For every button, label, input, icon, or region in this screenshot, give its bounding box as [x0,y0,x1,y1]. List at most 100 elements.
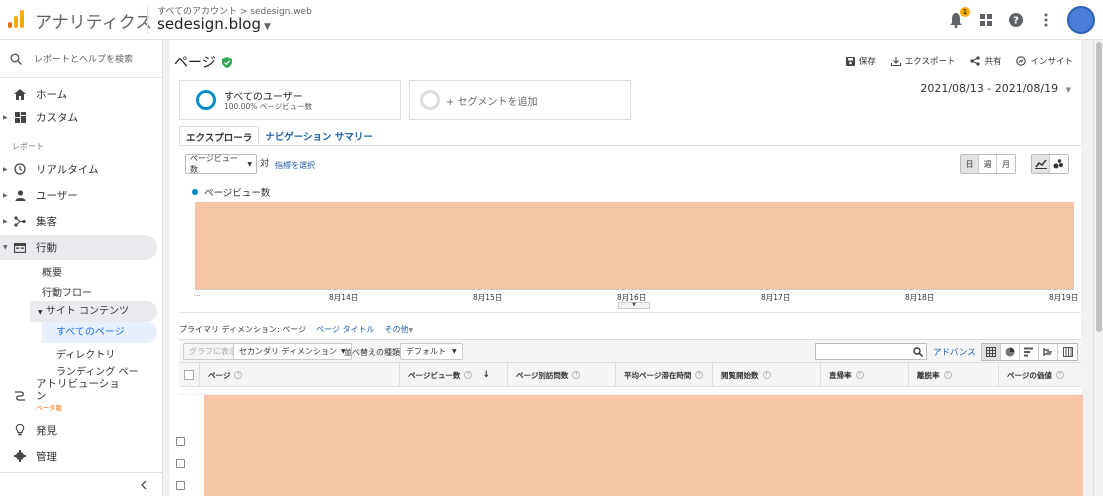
sidebar-collapse-button[interactable] [0,472,163,496]
behavior-icon [12,241,28,255]
insights-button[interactable]: インサイト [1016,55,1073,67]
sidebar: レポートとヘルプを検索 ホーム ▶ カスタム レポート ▶ リアルタイム ▶ ユ… [0,40,163,496]
column-header-page[interactable]: ページ? [199,363,399,387]
column-header-unique-pageviews[interactable]: ページ別訪問数? [507,363,615,387]
pie-view-button[interactable] [1001,344,1020,360]
report-search[interactable]: レポートとヘルプを検索 [0,40,162,78]
column-header-label: 平均ページ滞在時間 [624,370,692,380]
sidebar-item-label: リアルタイム [36,163,99,176]
sidebar-item-admin[interactable]: 管理 [0,445,157,467]
sidebar-item-label: 行動 [36,242,57,254]
secondary-dimension-dropdown[interactable]: セカンダリ ディメンション ▼ [233,343,352,360]
segment-all-users[interactable]: すべてのユーザー 100.00% ページビュー数 [179,80,401,120]
data-view-button[interactable] [982,344,1001,360]
help-tooltip-icon[interactable]: ? [572,371,581,379]
gear-icon [12,449,28,463]
sidebar-item-home[interactable]: ホーム [0,83,157,105]
date-range-text: 2021/08/13 - 2021/08/19 [920,82,1059,95]
help-tooltip-icon[interactable]: ? [464,371,473,379]
sort-type-dropdown[interactable]: デフォルト ▼ [400,343,463,360]
save-label: 保存 [858,57,876,67]
report-tabs: エクスプローラ ナビゲーション サマリー [179,126,379,146]
column-header-pageviews[interactable]: ページビュー数? ↓ [399,363,507,387]
other-dimension-dropdown[interactable]: その他▼ [384,324,413,335]
analytics-logo[interactable] [8,8,26,28]
page-title: ページ [174,52,233,72]
table-redacted-area [204,395,1083,496]
column-header-label: 閲覧開始数 [721,370,759,380]
column-header-label: ページの価値 [1007,370,1052,380]
pie-chart-icon [1005,347,1015,357]
sidebar-item-behavior-flow[interactable]: 行動フロー [42,284,92,299]
segment-placeholder-ring [420,90,440,110]
account-name: sedesign.blog [157,15,261,33]
select-all-checkbox[interactable] [184,370,194,380]
x-axis-ellipsis: ... [194,290,201,298]
column-header-avg-time-on-page[interactable]: 平均ページ滞在時間? [615,363,712,387]
svg-text:?: ? [1013,16,1019,27]
sidebar-item-custom[interactable]: ▶ カスタム [0,106,157,128]
more-menu-button[interactable] [1037,11,1055,29]
help-tooltip-icon[interactable]: ? [855,371,864,379]
sidebar-item-behavior[interactable]: ▼ 行動 [0,235,157,260]
save-button[interactable]: 保存 [845,55,876,67]
period-month-button[interactable]: 月 [997,155,1015,173]
sidebar-item-acquisition[interactable]: ▶ 集客 [0,210,157,232]
sidebar-item-site-content[interactable]: ▼ サイト コンテンツ [30,301,157,322]
chart-resize-handle[interactable]: ▼ [618,302,650,309]
date-range-picker[interactable]: 2021/08/13 - 2021/08/19 ▼ [920,82,1071,95]
x-tick-label: 8月19日 [1049,293,1079,302]
share-button[interactable]: 共有 [970,55,1001,67]
sidebar-item-landing-pages[interactable]: ランディング ペー [56,363,138,378]
pivot-view-button[interactable] [1058,344,1077,360]
motion-chart-button[interactable] [1050,155,1068,173]
advanced-filter-link[interactable]: アドバンス [933,346,976,358]
account-selector[interactable]: sedesign.blog ▼ [157,15,271,33]
line-chart-button[interactable] [1032,155,1050,173]
avatar[interactable] [1067,6,1095,34]
performance-view-button[interactable] [1020,344,1039,360]
sidebar-item-attribution[interactable]: アトリビューショ ン ベータ版 [0,378,157,414]
period-week-button[interactable]: 週 [979,155,997,173]
help-button[interactable]: ? [1007,11,1025,29]
help-tooltip-icon[interactable]: ? [762,371,771,379]
help-tooltip-icon[interactable]: ? [943,371,952,379]
column-header-page-value[interactable]: ページの価値? [998,363,1081,387]
column-header-entrances[interactable]: 閲覧開始数? [712,363,820,387]
table-grid-icon [986,347,996,357]
help-tooltip-icon[interactable]: ? [695,371,704,379]
add-segment-button[interactable]: + セグメントを追加 [409,80,631,120]
tab-explorer[interactable]: エクスプローラ [179,126,260,146]
help-tooltip-icon[interactable]: ? [234,371,243,379]
table-summary-row [179,387,1081,395]
page-title-dimension-link[interactable]: ページ タイトル [316,324,374,335]
metric-dropdown[interactable]: ページビュー数 ▼ [185,154,257,174]
row-checkbox[interactable] [176,459,185,468]
sidebar-item-realtime[interactable]: ▶ リアルタイム [0,158,157,180]
scrollbar-thumb[interactable] [1096,42,1102,332]
other-dimension-label: その他 [384,325,409,334]
column-header-exit-rate[interactable]: 離脱率? [908,363,998,387]
reports-section-label: レポート [12,142,44,151]
save-icon [845,56,855,66]
period-day-button[interactable]: 日 [961,155,979,173]
sidebar-item-directory[interactable]: ディレクトリ [56,346,115,361]
sidebar-item-audience[interactable]: ▶ ユーザー [0,184,157,206]
row-checkbox[interactable] [176,437,185,446]
select-metric-link[interactable]: 指標を選択 [275,160,315,171]
sidebar-item-behavior-overview[interactable]: 概要 [42,264,62,279]
sidebar-item-all-pages[interactable]: すべてのページ [42,322,157,343]
share-label: 共有 [984,57,1002,67]
tab-navigation-summary[interactable]: ナビゲーション サマリー [259,126,379,146]
row-checkbox[interactable] [176,481,185,490]
export-button[interactable]: エクスポート [890,55,955,67]
apps-button[interactable] [977,11,995,29]
notifications-button[interactable]: 1 [947,7,970,29]
table-view-buttons [981,343,1078,361]
comparison-view-button[interactable] [1039,344,1058,360]
page-scrollbar[interactable] [1093,40,1103,496]
column-header-bounce-rate[interactable]: 直帰率? [820,363,908,387]
help-tooltip-icon[interactable]: ? [1055,371,1064,379]
sidebar-item-discover[interactable]: 発見 [0,419,157,441]
table-search-button[interactable] [909,343,927,360]
